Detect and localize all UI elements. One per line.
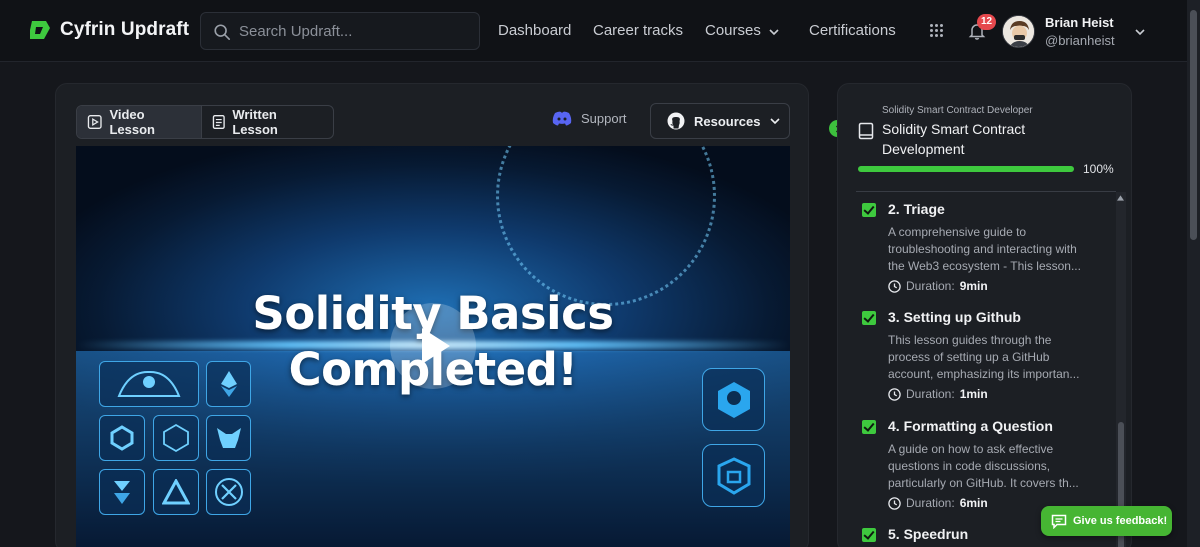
page-scrollbar[interactable] (1187, 0, 1200, 547)
lesson-item[interactable]: 3. Setting up Github This lesson guides … (862, 309, 1102, 409)
lesson-complete-checkbox[interactable] (862, 420, 876, 434)
github-icon (667, 112, 685, 130)
clock-icon (888, 387, 901, 401)
arbitrum-icon (162, 479, 190, 505)
lesson-complete-checkbox[interactable] (862, 311, 876, 325)
sidebar-scrollbar[interactable] (1116, 192, 1126, 547)
video-lesson-label: Video Lesson (109, 107, 155, 137)
nav-career-tracks[interactable]: Career tracks (593, 22, 683, 39)
duration-value: 6min (959, 496, 988, 510)
video-lesson-tab[interactable]: Video Lesson (77, 106, 201, 138)
video-player[interactable]: Solidity Basics Completed! (76, 146, 790, 547)
scroll-up-arrow-icon[interactable] (1117, 195, 1124, 201)
duration-value: 1min (959, 387, 988, 401)
lesson-title: 4. Formatting a Question (888, 418, 1053, 434)
course-title[interactable]: Solidity Smart Contract Development (882, 119, 1082, 159)
lesson-type-toggle: Video Lesson Written Lesson (76, 105, 334, 139)
hud-ring-decoration (496, 146, 716, 306)
metamask-fox-icon (216, 428, 241, 448)
written-lesson-tab[interactable]: Written Lesson (200, 106, 333, 138)
duration-value: 9min (959, 279, 988, 293)
search-icon (214, 24, 231, 41)
feedback-label: Give us feedback! (1073, 515, 1168, 527)
user-menu-chevron-icon[interactable] (1134, 26, 1146, 38)
duration-prefix: Duration: (906, 496, 955, 510)
support-label: Support (581, 111, 627, 126)
lesson-description: A comprehensive guide to troubleshooting… (888, 225, 1081, 273)
written-lesson-label: Written Lesson (232, 107, 278, 137)
chevron-down-icon (770, 118, 781, 125)
metamask-tile (206, 415, 251, 461)
protocol-icon (114, 481, 130, 504)
apps-grid-icon[interactable] (930, 24, 944, 38)
shield-badge-tile (702, 444, 765, 507)
lesson-complete-checkbox[interactable] (862, 203, 876, 217)
brand-logo[interactable]: Cyfrin Updraft (28, 18, 189, 42)
course-sidebar: Solidity Smart Contract Developer Solidi… (837, 83, 1132, 547)
protocol-tile (99, 469, 145, 515)
search-input[interactable] (239, 13, 469, 49)
shield-icon (717, 456, 750, 495)
notification-badge: 12 (977, 14, 997, 30)
document-icon (212, 115, 225, 129)
nav-certifications[interactable]: Certifications (809, 22, 896, 39)
tools-badge-icon (214, 478, 243, 506)
lesson-description: This lesson guides through the process o… (888, 333, 1080, 381)
book-icon (858, 122, 874, 140)
play-button[interactable] (390, 303, 476, 389)
feedback-button[interactable]: Give us feedback! (1041, 506, 1172, 536)
search-box[interactable] (200, 12, 480, 50)
chat-bubble-icon (1051, 514, 1067, 529)
lesson-duration: Duration: 9min (888, 279, 988, 293)
duration-prefix: Duration: (906, 279, 955, 293)
nav-courses[interactable]: Courses (705, 22, 761, 39)
support-button[interactable]: Support (552, 111, 627, 126)
video-icon (87, 115, 102, 129)
resources-label: Resources (694, 113, 761, 129)
clock-icon (888, 279, 901, 293)
chevron-down-icon (769, 29, 779, 36)
ipfs-tile (153, 415, 199, 461)
lesson-panel: Video Lesson Written Lesson Support Reso… (55, 83, 809, 547)
lesson-title: 5. Speedrun (888, 526, 969, 542)
top-navbar: Cyfrin Updraft Dashboard Career tracks C… (0, 0, 1187, 62)
resources-dropdown[interactable]: Resources (650, 103, 790, 139)
chainlink-tile (99, 415, 145, 461)
user-handle: @brianheist (1045, 33, 1115, 48)
clock-icon (888, 496, 901, 510)
career-track-name[interactable]: Solidity Smart Contract Developer (882, 105, 1033, 116)
lesson-item[interactable]: 4. Formatting a Question A guide on how … (862, 418, 1102, 518)
lesson-description: A guide on how to ask effective question… (888, 442, 1079, 490)
cyfrin-logo-icon (30, 21, 50, 39)
lesson-duration: Duration: 6min (888, 496, 988, 510)
avatar[interactable] (1002, 15, 1035, 48)
ipfs-icon (163, 423, 189, 453)
course-progress-fill (858, 166, 1074, 172)
arbitrum-tile (153, 469, 199, 515)
brand-name: Cyfrin Updraft (60, 19, 190, 40)
lesson-item[interactable]: 2. Triage A comprehensive guide to troub… (862, 201, 1102, 301)
lesson-duration: Duration: 1min (888, 387, 988, 401)
lesson-complete-checkbox[interactable] (862, 528, 876, 542)
user-avatar-icon (1003, 16, 1034, 47)
lesson-title: 3. Setting up Github (888, 309, 1021, 325)
course-progress-label: 100% (1083, 162, 1114, 176)
page-scrollbar-thumb[interactable] (1190, 10, 1197, 240)
nav-dashboard[interactable]: Dashboard (498, 22, 571, 39)
lesson-title: 2. Triage (888, 201, 945, 217)
sidebar-divider (856, 191, 1116, 192)
tools-badge-tile (206, 469, 251, 515)
user-name: Brian Heist (1045, 15, 1114, 30)
chainlink-icon (110, 425, 134, 451)
course-progress-bar (858, 166, 1074, 172)
discord-icon (552, 111, 572, 126)
duration-prefix: Duration: (906, 387, 955, 401)
